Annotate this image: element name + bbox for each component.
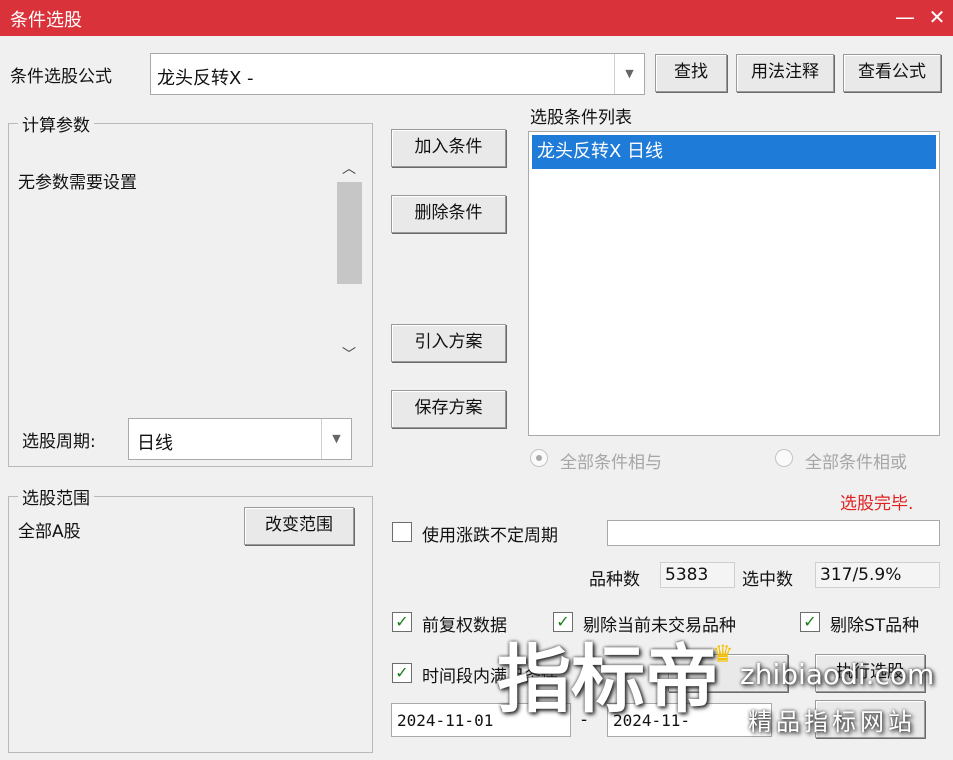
scroll-thumb[interactable] <box>337 182 362 284</box>
chevron-down-icon[interactable]: ▼ <box>614 54 644 94</box>
list-item[interactable]: 龙头反转X 日线 <box>532 135 936 169</box>
change-range-button[interactable]: 改变范围 <box>244 507 354 545</box>
view-formula-button[interactable]: 查看公式 <box>843 54 941 92</box>
radio-or[interactable] <box>775 449 793 467</box>
title-bar <box>0 0 953 36</box>
params-scrollbar[interactable]: ︿ ﹀ <box>337 152 362 372</box>
period-input[interactable] <box>607 520 940 546</box>
period-combo[interactable]: 日线 ▼ <box>128 418 352 460</box>
date-from-value: 2024-11-01 <box>397 711 494 730</box>
range-value: 全部A股 <box>18 522 81 542</box>
period-value: 日线 <box>137 433 173 454</box>
exclude-st-label: 剔除ST品种 <box>830 616 920 636</box>
exclude-untraded-label: 剔除当前未交易品种 <box>583 616 736 636</box>
conditions-title: 选股条件列表 <box>530 108 632 128</box>
find-button[interactable]: 查找 <box>655 54 727 92</box>
count-label: 品种数 <box>589 570 640 590</box>
save-scheme-button[interactable]: 保存方案 <box>391 390 506 428</box>
watermark-sub: 精品指标网站 <box>748 708 916 736</box>
radio-and[interactable] <box>530 449 548 467</box>
add-condition-button[interactable]: 加入条件 <box>391 129 506 167</box>
selected-label: 选中数 <box>742 570 793 590</box>
chevron-up-icon[interactable]: ︿ <box>342 158 356 178</box>
minimize-button[interactable]: — <box>892 4 918 30</box>
watermark-logo: 指标帝 <box>497 637 719 723</box>
import-scheme-button[interactable]: 引入方案 <box>391 324 506 362</box>
formula-label: 条件选股公式 <box>10 67 112 87</box>
conditions-list[interactable]: 龙头反转X 日线 <box>528 131 940 436</box>
exclude-untraded-checkbox[interactable]: ✓ <box>553 612 573 632</box>
chevron-down-icon[interactable]: ▼ <box>321 419 351 459</box>
watermark-url: zhibiaodi.com <box>740 658 935 691</box>
window-title: 条件选股 <box>10 10 82 31</box>
period-label: 选股周期: <box>22 432 96 452</box>
usage-button[interactable]: 用法注释 <box>736 54 834 92</box>
params-legend: 计算参数 <box>18 111 94 136</box>
formula-combo[interactable]: 龙头反转X - ▼ <box>150 53 645 95</box>
selected-value: 317/5.9% <box>815 562 940 588</box>
radio-dot-icon <box>536 455 542 461</box>
exclude-st-checkbox[interactable]: ✓ <box>800 612 820 632</box>
delete-condition-button[interactable]: 删除条件 <box>391 195 506 233</box>
range-legend: 选股范围 <box>18 484 94 509</box>
crown-icon: ♛ <box>712 640 734 668</box>
forward-adjust-label: 前复权数据 <box>422 616 507 636</box>
count-value: 5383 <box>660 562 735 588</box>
forward-adjust-checkbox[interactable]: ✓ <box>392 612 412 632</box>
radio-or-label: 全部条件相或 <box>805 453 907 473</box>
time-range-checkbox[interactable]: ✓ <box>392 663 412 683</box>
chevron-down-icon[interactable]: ﹀ <box>342 344 356 364</box>
close-button[interactable]: ✕ <box>924 4 950 30</box>
radio-and-label: 全部条件相与 <box>560 453 662 473</box>
use-period-label: 使用涨跌不定周期 <box>422 526 558 546</box>
params-text: 无参数需要设置 <box>18 173 137 193</box>
use-period-checkbox[interactable] <box>392 522 412 542</box>
status-text: 选股完毕. <box>840 494 914 514</box>
formula-value: 龙头反转X - <box>157 68 254 89</box>
